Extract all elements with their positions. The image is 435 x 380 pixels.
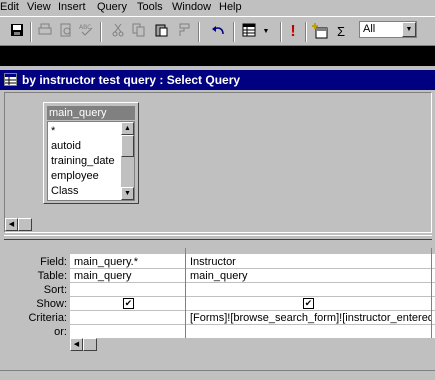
field-item[interactable]: autoid	[51, 140, 81, 152]
copy-icon[interactable]	[130, 23, 148, 41]
format-painter-icon[interactable]	[174, 23, 192, 41]
menu-query[interactable]: Query	[97, 1, 127, 13]
scroll-thumb[interactable]	[83, 338, 97, 351]
field-list[interactable]: * autoid training_date employee Class ▲ …	[47, 121, 135, 201]
field-item[interactable]: *	[51, 125, 55, 137]
scroll-thumb[interactable]	[121, 135, 134, 157]
field-list-scrollbar[interactable]: ▲ ▼	[121, 122, 134, 200]
paste-icon[interactable]	[152, 23, 170, 41]
pane-splitter[interactable]	[4, 235, 432, 240]
spelling-icon[interactable]: ABC	[78, 23, 96, 41]
scroll-left-icon[interactable]: ◀	[70, 338, 83, 351]
design-grid-scrollbar[interactable]: ◀	[70, 338, 435, 351]
save-icon[interactable]	[8, 23, 26, 41]
menu-window[interactable]: Window	[172, 1, 211, 13]
show-checkbox[interactable]: ✔	[303, 298, 314, 309]
window-title-bar[interactable]: by instructor test query : Select Query	[0, 70, 435, 90]
row-label-field: Field:	[40, 256, 67, 268]
undo-icon[interactable]	[209, 23, 227, 41]
field-item[interactable]: training_date	[51, 155, 115, 167]
row-label-criteria: Criteria:	[28, 312, 67, 324]
menu-bar: Edit View Insert Query Tools Window Help	[0, 0, 435, 16]
scroll-left-icon[interactable]: ◀	[5, 218, 18, 231]
scroll-thumb[interactable]	[18, 218, 32, 231]
totals-icon[interactable]: Σ	[332, 23, 350, 41]
show-table-icon[interactable]	[311, 23, 329, 41]
grid-cell-criteria[interactable]	[71, 311, 184, 325]
grid-cell-table[interactable]: main_query	[187, 269, 431, 283]
grid-cell-field[interactable]: Instructor	[187, 255, 431, 269]
scroll-up-icon[interactable]: ▲	[121, 122, 134, 135]
grid-cell-sort[interactable]	[187, 283, 431, 297]
chevron-down-icon[interactable]: ▼	[257, 23, 275, 41]
field-item[interactable]: Class	[51, 185, 79, 197]
menu-view[interactable]: View	[27, 1, 51, 13]
field-list-title[interactable]: main_query	[47, 106, 135, 120]
scroll-down-icon[interactable]: ▼	[121, 187, 134, 200]
show-checkbox[interactable]: ✔	[123, 298, 134, 309]
grid-cell-criteria[interactable]: [Forms]![browse_search_form]![instructor…	[187, 311, 431, 325]
field-list-window[interactable]: main_query * autoid training_date employ…	[43, 102, 139, 204]
row-label-sort: Sort:	[43, 284, 67, 296]
mdi-background	[0, 46, 435, 66]
top-values-value: All	[363, 23, 376, 35]
print-icon[interactable]	[36, 23, 54, 41]
field-item[interactable]: employee	[51, 170, 99, 182]
row-label-or: or:	[54, 326, 67, 338]
menu-help[interactable]: Help	[219, 1, 242, 13]
table-pane-scrollbar[interactable]: ◀	[5, 218, 431, 231]
query-type-icon[interactable]	[240, 23, 258, 41]
query-icon	[4, 73, 17, 86]
menu-tools[interactable]: Tools	[137, 1, 163, 13]
menu-edit[interactable]: Edit	[0, 1, 19, 13]
row-label-table: Table:	[37, 270, 67, 282]
grid-cell-table[interactable]: main_query	[71, 269, 184, 283]
row-label-show: Show:	[36, 298, 67, 310]
window-title: by instructor test query : Select Query	[22, 73, 241, 87]
grid-cell-sort[interactable]	[71, 283, 184, 297]
run-icon[interactable]: !	[284, 23, 302, 41]
status-bar	[0, 370, 435, 380]
column-selector-bar[interactable]	[70, 248, 435, 254]
cut-icon[interactable]	[109, 23, 127, 41]
top-values-select[interactable]: All ▼	[359, 21, 417, 38]
grid-cell-field[interactable]: main_query.*	[71, 255, 184, 269]
print-preview-icon[interactable]	[57, 23, 75, 41]
chevron-down-icon[interactable]: ▼	[402, 22, 416, 37]
menu-insert[interactable]: Insert	[58, 1, 86, 13]
